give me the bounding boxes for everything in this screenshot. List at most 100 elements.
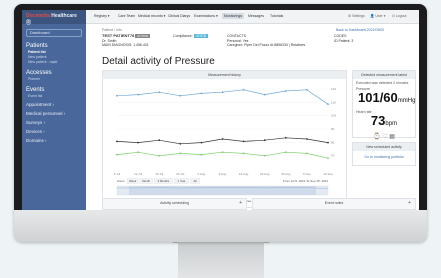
x-tick-label: 9 Aug bbox=[219, 172, 227, 176]
registered-mark: Ⓡ bbox=[26, 20, 32, 26]
nav-examinations[interactable]: Examinations ▾ bbox=[194, 14, 218, 18]
monitor-chin bbox=[14, 210, 427, 242]
settings-link[interactable]: ⚙ Settings bbox=[348, 14, 365, 18]
y-tick-label: 110 bbox=[331, 100, 336, 104]
zoom-label: Zoom bbox=[117, 179, 125, 183]
nav-medical-records[interactable]: Medical records ▾ bbox=[138, 14, 165, 18]
x-tick-label: 12 Jul bbox=[134, 172, 142, 176]
data-point bbox=[263, 139, 266, 142]
sidebar-item-dashboard[interactable]: Dashboard bbox=[26, 29, 82, 37]
data-point bbox=[242, 140, 245, 143]
back-link[interactable]: Back to Dashboard 2021/09/02 bbox=[336, 28, 384, 32]
y-tick-label: 80 bbox=[331, 140, 335, 144]
zoom-option-label: 3 Months bbox=[158, 179, 170, 183]
zoom-option-label: Month bbox=[142, 179, 150, 183]
sidebar-link-surveys[interactable]: Surveys › bbox=[26, 120, 82, 125]
sidebar-item-planner[interactable]: Planner bbox=[28, 77, 80, 81]
expand-icon[interactable]: + bbox=[408, 199, 411, 207]
hr-number: 73 bbox=[370, 113, 386, 128]
data-point bbox=[242, 88, 245, 91]
nav-registry[interactable]: Registry ▾ bbox=[94, 14, 110, 18]
measurement-chart[interactable]: 120 110 100 90 80 70 5 Jul 12 Jul 19 Jul 26 Jul 2 … bbox=[103, 79, 346, 207]
data-point bbox=[158, 91, 161, 94]
activity-scheduling-title: Activity scheduling bbox=[160, 201, 189, 205]
x-tick-label: 23 Aug bbox=[260, 172, 270, 176]
data-point bbox=[179, 152, 182, 155]
sidebar-section-events[interactable]: Events bbox=[26, 87, 82, 93]
zoom-option-label: All bbox=[194, 179, 197, 183]
x-tick-label: 6 Sep bbox=[303, 172, 311, 176]
x-tick-label: 5 Jul bbox=[114, 172, 121, 176]
x-tick-label: 26 Jul bbox=[176, 172, 184, 176]
date-range-label: From Jul 5, 2021 To Sep 15, 2021 bbox=[283, 179, 328, 183]
data-point bbox=[327, 103, 329, 106]
sidebar-item-event-list[interactable]: Event list bbox=[28, 94, 80, 98]
monitoring-portfolio-link[interactable]: Go to monitoring portfolio bbox=[353, 155, 415, 159]
sidebar-link-medical-personnel[interactable]: Medical personnel › bbox=[26, 111, 82, 116]
executed-note: Executed was detected 2 minutes bbox=[356, 81, 409, 85]
hr-unit: bpm bbox=[385, 121, 398, 127]
data-point bbox=[200, 141, 203, 144]
data-point bbox=[116, 94, 118, 97]
data-point bbox=[242, 152, 245, 155]
data-point bbox=[263, 93, 266, 96]
breadcrumb[interactable]: Patient › Info bbox=[102, 28, 122, 32]
nav-monitorings[interactable]: Monitorings bbox=[222, 13, 245, 19]
app-screen: Docmedia Healthcare Ⓡ Dashboard Patients… bbox=[22, 10, 419, 210]
blood-pressure-value: 101/60mmHg bbox=[358, 91, 415, 108]
expand-icon[interactable]: + bbox=[239, 199, 242, 207]
heart-rate-value: 73bpm bbox=[353, 114, 415, 131]
contacts-caregiver: Caregiver: Piper Del Pozzo At 8896330 | … bbox=[227, 43, 306, 47]
data-point bbox=[284, 90, 287, 92]
data-point bbox=[263, 154, 266, 157]
nav-tutorials[interactable]: Tutorials bbox=[270, 14, 283, 18]
patient-info: TEST PATIENT78 ACTIVE Compliance: GOOD D… bbox=[102, 33, 209, 48]
data-point bbox=[137, 141, 139, 144]
sidebar-item-patient-list[interactable]: Patient list bbox=[28, 50, 80, 54]
data-point bbox=[306, 88, 308, 91]
data-point bbox=[221, 151, 224, 154]
sidebar-section-patients[interactable]: Patients bbox=[26, 43, 82, 49]
event-notes-panel[interactable]: Event notes + bbox=[252, 198, 416, 210]
bp-number: 101/60 bbox=[358, 90, 398, 105]
sidebar-item-new-patient[interactable]: New patient bbox=[28, 55, 80, 59]
data-point bbox=[200, 153, 203, 156]
sidebar-item-new-patient-rapid[interactable]: New patient - rapid bbox=[28, 60, 80, 64]
sidebar-link-devices[interactable]: Devices › bbox=[26, 129, 82, 134]
user-menu[interactable]: 👤 User ▾ bbox=[370, 14, 385, 18]
app-logo[interactable]: Docmedia Healthcare Ⓡ bbox=[22, 10, 86, 26]
zoom-option-label: Week bbox=[129, 179, 137, 183]
latest-measurement-panel: Detected measurement latest Executed was… bbox=[352, 70, 416, 140]
activity-scheduling-panel[interactable]: Activity scheduling + bbox=[102, 198, 247, 210]
nav-care-team[interactable]: Care Team bbox=[118, 14, 135, 18]
sidebar-link-appointment[interactable]: Appointment › bbox=[26, 102, 82, 107]
data-point bbox=[179, 142, 182, 145]
contacts-block: CONTACTS Personal: Yes Caregiver: Piper … bbox=[227, 34, 305, 48]
page-title: Detail activity of Pressure bbox=[102, 56, 215, 67]
data-point bbox=[137, 151, 139, 154]
codes-block: CODES ID Patient: 3 bbox=[334, 34, 353, 43]
data-point bbox=[221, 138, 224, 140]
sidebar-section-accesses[interactable]: Accesses bbox=[26, 70, 82, 76]
top-navigation: Registry ▾ Care Team Medical records ▾ C… bbox=[86, 10, 419, 24]
data-point bbox=[116, 153, 118, 156]
x-tick-label: 2 Aug bbox=[198, 172, 206, 176]
data-point bbox=[327, 141, 329, 144]
chart-panel-title: Measurement history bbox=[103, 71, 346, 79]
x-tick-label: 13 Sep bbox=[323, 172, 333, 176]
nav-clinical-diarys[interactable]: Clinical Diarys bbox=[168, 14, 190, 18]
data-point bbox=[116, 140, 118, 143]
data-point bbox=[200, 92, 203, 95]
x-tick-label: 16 Aug bbox=[239, 172, 249, 176]
data-point bbox=[221, 91, 224, 94]
x-tick-label: 30 Aug bbox=[281, 172, 291, 176]
range-selection bbox=[129, 186, 316, 195]
new-activity-title: New scheduled activity bbox=[353, 143, 415, 151]
data-point bbox=[137, 93, 139, 96]
sidebar-link-domains[interactable]: Domains › bbox=[26, 138, 82, 143]
latest-measurement-title: Detected measurement latest bbox=[353, 71, 415, 79]
data-point bbox=[179, 94, 182, 97]
nav-messages[interactable]: Messages bbox=[248, 14, 264, 18]
logout-link[interactable]: ⏻ Logout bbox=[392, 14, 406, 18]
y-tick-label: 100 bbox=[331, 114, 336, 118]
